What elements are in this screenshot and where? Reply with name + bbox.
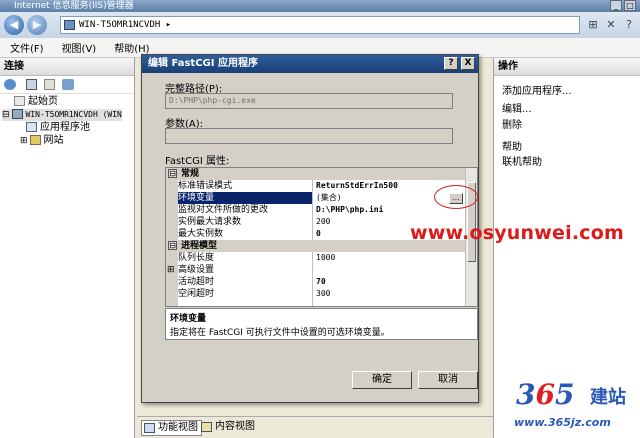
dialog-close-button[interactable]: X <box>461 57 475 70</box>
tree-item-server[interactable]: ⊟ WIN-T5OMR1NCVDH (WIN <box>2 109 122 121</box>
property-value[interactable]: 300 <box>316 288 466 300</box>
action-edit[interactable]: 编辑... <box>502 100 532 115</box>
actions-header: 操作 <box>494 58 640 76</box>
category-name: 进程模型 <box>181 241 218 251</box>
property-row[interactable]: 标准错误模式 ReturnStdErrIn500 <box>166 180 466 192</box>
action-add-application[interactable]: 添加应用程序... <box>502 82 572 97</box>
window-title: Internet 信息服务(IIS)管理器 <box>14 1 134 11</box>
dialog-title-bar: 编辑 FastCGI 应用程序 ? X <box>142 55 478 73</box>
property-value[interactable]: 70 <box>316 276 466 288</box>
expand-icon[interactable]: ⊞ <box>167 264 175 276</box>
tab-content-view[interactable]: 内容视图 <box>199 420 258 436</box>
menu-help[interactable]: 帮助(H) <box>114 40 149 55</box>
property-name: 实例最大请求数 <box>178 217 242 227</box>
arguments-input[interactable] <box>165 128 453 144</box>
address-bar: ◀ ▶ WIN-T5OMR1NCVDH ▸ ⊞ ✕ ? <box>0 12 640 38</box>
cancel-button[interactable]: 取消 <box>418 371 478 389</box>
property-name: 环境变量 <box>178 192 312 204</box>
category-name: 常规 <box>181 169 200 179</box>
tree-item-sites[interactable]: ⊞ 网站 <box>20 135 64 147</box>
dialog-help-button[interactable]: ? <box>444 57 458 70</box>
dialog-title: 编辑 FastCGI 应用程序 <box>148 58 258 69</box>
connect-icon[interactable] <box>4 79 16 90</box>
property-name: 最大实例数 <box>178 229 224 239</box>
tree-item-app-pools[interactable]: 应用程序池 <box>26 122 90 134</box>
action-help[interactable]: 帮助 <box>502 138 522 153</box>
collapse-icon[interactable]: ⊟ <box>168 241 177 250</box>
watermark-logo: 365 建站 www.365jz.com <box>510 378 640 438</box>
connections-header: 连接 <box>0 58 134 76</box>
description-title: 环境变量 <box>170 314 207 324</box>
save-icon[interactable] <box>26 79 37 90</box>
property-name: 监视对文件所做的更改 <box>178 205 269 215</box>
full-path-input[interactable]: D:\PHP\php-cgi.exe <box>165 93 453 109</box>
expand-icon[interactable]: ⊞ <box>20 136 28 146</box>
action-online-help[interactable]: 联机帮助 <box>502 153 542 168</box>
title-bar: Internet 信息服务(IIS)管理器 _ □ <box>0 0 640 12</box>
collapse-icon[interactable]: ⊟ <box>2 110 10 120</box>
property-row[interactable]: ⊞ 高级设置 <box>166 264 466 276</box>
server-icon <box>64 20 75 30</box>
connections-toolbar <box>0 76 134 94</box>
back-icon[interactable]: ◀ <box>4 15 24 35</box>
address-path: WIN-T5OMR1NCVDH ▸ <box>79 20 172 30</box>
property-name: 队列长度 <box>178 253 215 263</box>
features-view-icon <box>144 423 155 433</box>
property-description: 环境变量 指定将在 FastCGI 可执行文件中设置的可选环境变量。 <box>165 308 478 340</box>
help-icon[interactable]: ? <box>622 18 636 32</box>
watermark-url: www.osyunwei.com <box>410 222 624 244</box>
collapse-icon[interactable]: ⊟ <box>168 169 177 178</box>
property-value[interactable] <box>316 264 466 276</box>
ok-button[interactable]: 确定 <box>352 371 412 389</box>
minimize-button[interactable]: _ <box>610 0 622 11</box>
property-name: 空闲超时 <box>178 289 215 299</box>
address-input[interactable]: WIN-T5OMR1NCVDH ▸ <box>60 16 580 34</box>
description-body: 指定将在 FastCGI 可执行文件中设置的可选环境变量。 <box>170 328 390 338</box>
forward-icon[interactable]: ▶ <box>27 15 47 35</box>
property-row[interactable]: 队列长度 1000 <box>166 252 466 264</box>
property-name: 活动超时 <box>178 277 215 287</box>
property-row[interactable]: 监视对文件所做的更改 D:\PHP\php.ini <box>166 204 466 216</box>
up-icon[interactable] <box>44 79 55 90</box>
disconnect-icon[interactable] <box>62 79 74 90</box>
tree-item-start-page[interactable]: 起始页 <box>14 96 58 108</box>
property-row[interactable]: 环境变量 (集合) <box>166 192 466 204</box>
property-category[interactable]: ⊟ 常规 <box>166 168 466 180</box>
property-name: 高级设置 <box>178 265 215 275</box>
property-value[interactable]: 1000 <box>316 252 466 264</box>
property-row[interactable]: 空闲超时 300 <box>166 288 466 300</box>
content-view-icon <box>201 422 212 432</box>
env-vars-ellipsis-button[interactable]: ... <box>449 193 463 204</box>
sites-icon <box>29 135 41 145</box>
menu-file[interactable]: 文件(F) <box>10 40 44 55</box>
logo-number: 365 <box>516 378 575 411</box>
view-tabs: 功能视图 内容视图 <box>137 416 493 438</box>
menu-view[interactable]: 视图(V) <box>62 40 97 55</box>
action-delete[interactable]: 删除 <box>502 116 522 131</box>
network-icon[interactable]: ⊞ <box>586 18 600 32</box>
home-icon <box>14 96 25 106</box>
fastcgi-props-label: FastCGI 属性: <box>165 156 230 167</box>
tab-features-view[interactable]: 功能视图 <box>141 420 202 436</box>
logo-url: www.365jz.com <box>514 416 611 429</box>
property-name: 标准错误模式 <box>178 181 233 191</box>
property-row[interactable]: 活动超时 70 <box>166 276 466 288</box>
stop-icon[interactable]: ✕ <box>604 18 618 32</box>
app-pool-icon <box>26 122 37 132</box>
server-icon <box>11 109 23 119</box>
logo-text: 建站 <box>590 387 626 408</box>
connections-panel: 连接 起始页 ⊟ WIN-T5OMR1NCVDH (WIN 应用程序池 ⊞ 网站 <box>0 58 135 438</box>
maximize-button[interactable]: □ <box>624 0 636 11</box>
